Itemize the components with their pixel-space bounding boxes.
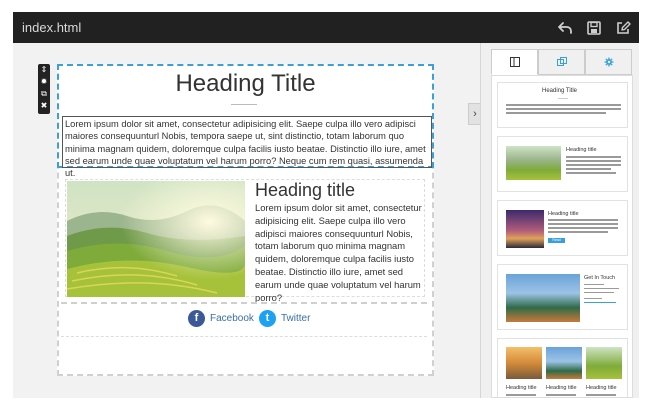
panel-tabs — [491, 49, 633, 75]
tab-duplicate[interactable] — [538, 49, 585, 75]
blocks-panel: Heading Title Heading title Heading titl… — [480, 43, 639, 398]
blocks-icon — [509, 57, 520, 67]
thumb-col-heading-2: Heading title — [546, 385, 577, 391]
block-separator — [61, 302, 427, 304]
empty-block-outline — [61, 336, 427, 337]
thumb-read-more-button: Read more — [548, 238, 565, 247]
thumb-col-heading-3: Heading title — [586, 385, 617, 391]
twitter-link[interactable]: t Twitter — [259, 308, 310, 328]
feature-block[interactable]: Heading title Lorem ipsum dolor sit amet… — [65, 179, 425, 303]
social-block: f Facebook t Twitter — [57, 308, 434, 334]
editor-canvas[interactable]: ⇕ ✹ ⧉ ✖ Heading Title Lorem ipsum dolor … — [13, 43, 479, 398]
gear-icon — [604, 57, 613, 67]
thumbnail-three-column-block[interactable]: Heading title Heading title Heading titl… — [497, 338, 628, 397]
page-document: Heading Title Lorem ipsum dolor sit amet… — [57, 64, 434, 376]
thumb-heading: Heading Title — [542, 88, 578, 94]
save-button[interactable] — [584, 18, 604, 38]
thumb-image — [506, 146, 561, 180]
thumb-heading-3: Heading title — [548, 211, 579, 217]
chevron-right-icon: › — [473, 108, 477, 120]
feature-image[interactable] — [67, 181, 245, 297]
delete-icon[interactable]: ✖ — [39, 101, 49, 111]
facebook-icon: f — [188, 309, 205, 327]
save-icon — [587, 21, 601, 35]
thumbnail-heading-block[interactable]: Heading Title — [497, 82, 628, 128]
hero-paragraph[interactable]: Lorem ipsum dolor sit amet, consectetur … — [62, 116, 432, 178]
undo-icon — [558, 22, 572, 34]
facebook-label: Facebook — [210, 312, 254, 324]
undo-button[interactable] — [555, 18, 575, 38]
thumb-image — [546, 347, 582, 379]
feature-paragraph[interactable]: Lorem ipsum dolor sit amet, consectetur … — [255, 202, 423, 304]
twitter-icon: t — [259, 309, 276, 327]
edit-button[interactable] — [613, 18, 633, 38]
thumb-image — [586, 347, 622, 379]
edit-icon — [617, 21, 631, 34]
duplicate-icon — [556, 57, 567, 66]
thumb-image — [506, 210, 544, 248]
hero-heading[interactable]: Heading Title — [59, 70, 432, 98]
twitter-label: Twitter — [281, 312, 311, 324]
tab-blocks[interactable] — [491, 49, 538, 75]
feature-heading[interactable]: Heading title — [255, 180, 355, 201]
block-thumbnail-list: Heading Title Heading title Heading titl… — [491, 75, 633, 398]
thumb-get-in-touch: Get In Touch — [584, 275, 616, 281]
thumb-heading-2: Heading title — [566, 147, 597, 153]
thumbnail-image-text-block[interactable]: Heading title — [497, 136, 628, 192]
facebook-link[interactable]: f Facebook — [188, 308, 254, 328]
divider — [231, 104, 257, 105]
app-window: index.html ⇕ ✹ ⧉ ✖ Heading Title Lorem i… — [13, 12, 639, 398]
move-icon[interactable]: ⇕ — [39, 65, 49, 75]
thumb-image — [506, 274, 580, 322]
top-toolbar: index.html — [13, 12, 639, 43]
window-title: index.html — [22, 20, 82, 35]
thumb-image — [506, 347, 542, 379]
thumbnail-contact-block[interactable]: Get In Touch — [497, 264, 628, 330]
duplicate-icon[interactable]: ⧉ — [39, 89, 49, 99]
tab-settings[interactable] — [585, 49, 632, 75]
settings-icon[interactable]: ✹ — [39, 77, 49, 87]
block-tools: ⇕ ✹ ⧉ ✖ — [38, 64, 50, 114]
hero-block[interactable]: Heading Title Lorem ipsum dolor sit amet… — [57, 64, 434, 178]
thumb-col-heading-1: Heading title — [506, 385, 537, 391]
thumbnail-image-button-block[interactable]: Heading title Read more — [497, 200, 628, 256]
